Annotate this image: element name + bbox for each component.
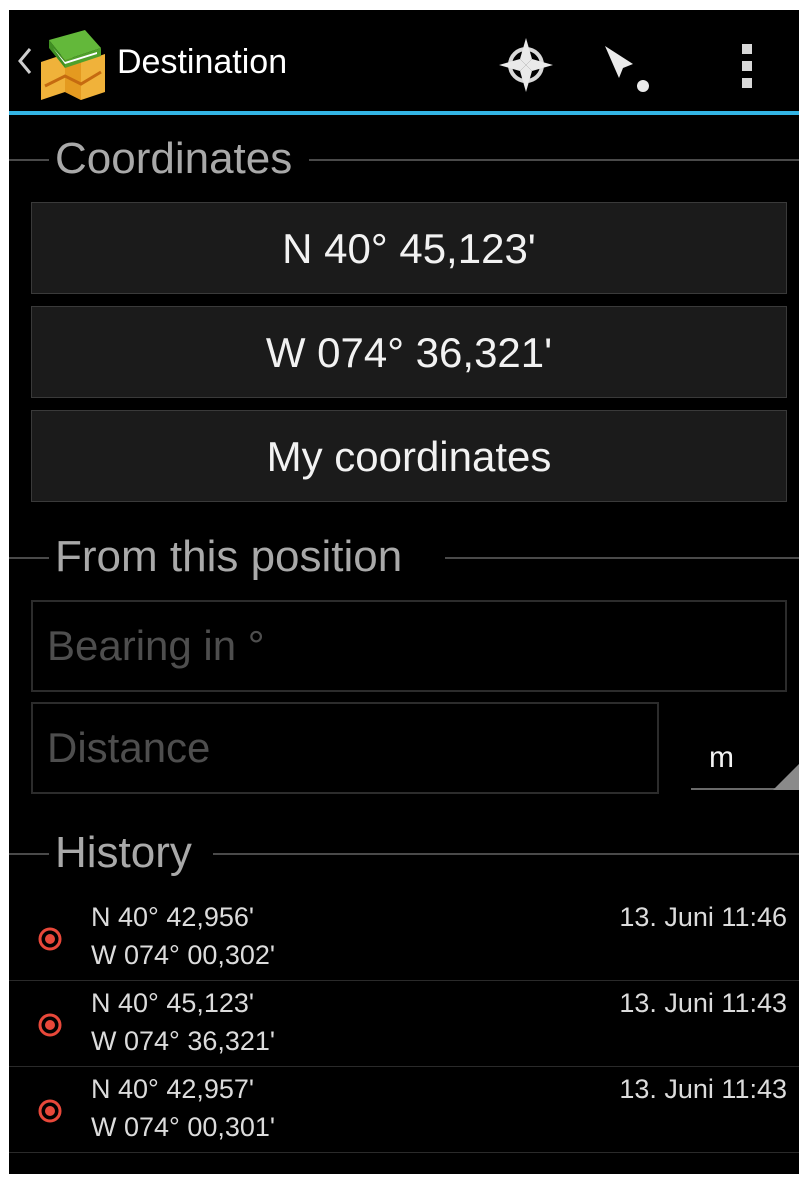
history-latitude: N 40° 42,956': [91, 902, 255, 932]
app-map-icon[interactable]: [35, 26, 109, 100]
history-longitude: W 074° 00,302': [91, 940, 276, 970]
history-longitude: W 074° 00,301': [91, 1112, 276, 1142]
history-timestamp: 13. Juni 11:43: [619, 1074, 787, 1104]
coordinates-section-header: Coordinates: [9, 134, 799, 184]
up-caret-icon[interactable]: [16, 43, 34, 79]
navigate-button[interactable]: [587, 30, 657, 100]
app-title: Destination: [117, 43, 288, 81]
history-latitude: N 40° 42,957': [91, 1074, 255, 1104]
bearing-input[interactable]: [31, 600, 787, 692]
history-latitude: N 40° 45,123': [91, 988, 255, 1018]
overflow-menu-icon: [742, 44, 752, 88]
history-timestamp: 13. Juni 11:43: [619, 988, 787, 1018]
location-marker-icon: [38, 1013, 62, 1037]
history-item[interactable]: N 40° 42,957' W 074° 00,301' 13. Juni 11…: [9, 1066, 799, 1153]
history-item[interactable]: N 40° 45,123' W 074° 36,321' 13. Juni 11…: [9, 980, 799, 1067]
coordinates-header-label: Coordinates: [49, 134, 299, 184]
location-marker-icon: [38, 1099, 62, 1123]
spinner-corner-icon: [773, 764, 799, 790]
history-longitude: W 074° 36,321': [91, 1026, 276, 1056]
longitude-button[interactable]: W 074° 36,321': [31, 306, 787, 398]
unit-value: m: [709, 741, 734, 774]
action-bar-divider: [9, 111, 799, 115]
latitude-button[interactable]: N 40° 45,123': [31, 202, 787, 294]
history-timestamp: 13. Juni 11:46: [619, 902, 787, 932]
compass-target-icon: [499, 38, 553, 92]
my-coordinates-button[interactable]: My coordinates: [31, 410, 787, 502]
unit-spinner[interactable]: m: [691, 738, 799, 790]
from-position-header-label: From this position: [49, 532, 409, 582]
distance-input[interactable]: [31, 702, 659, 794]
compass-button[interactable]: [491, 30, 561, 100]
from-position-section-header: From this position: [9, 532, 799, 582]
overflow-menu-button[interactable]: [711, 30, 781, 100]
navigate-icon: [605, 46, 649, 92]
history-item[interactable]: N 40° 42,956' W 074° 00,302' 13. Juni 11…: [9, 894, 799, 981]
location-marker-icon: [38, 927, 62, 951]
action-bar: Destination: [9, 10, 799, 115]
history-header-label: History: [49, 828, 198, 878]
app-screen: Destination Coordinates N 40° 45,123' W …: [9, 10, 799, 1174]
history-section-header: History: [9, 828, 799, 878]
